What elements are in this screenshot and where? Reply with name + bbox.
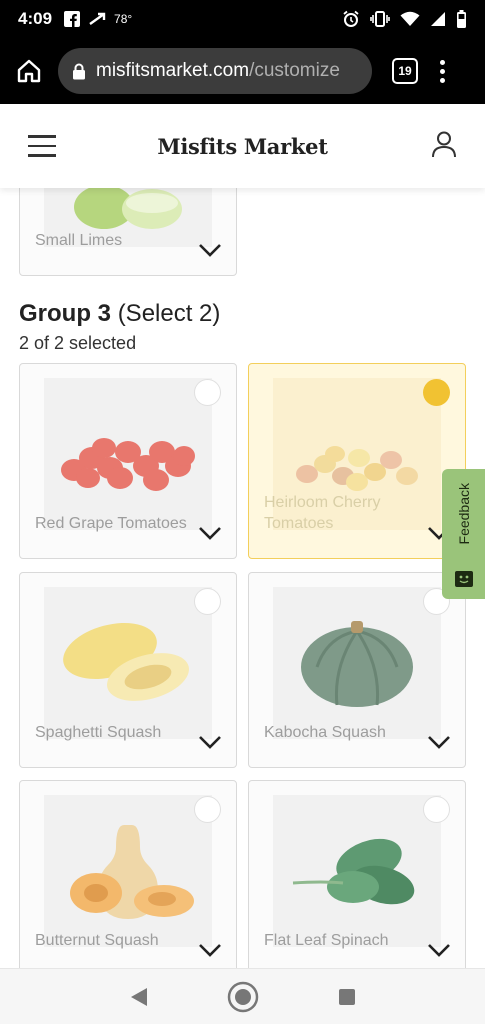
address-bar[interactable]: misfitsmarket.com/customize — [58, 48, 372, 94]
home-button[interactable] — [14, 56, 44, 86]
home-icon — [17, 59, 41, 83]
home-circle-icon[interactable] — [226, 980, 260, 1014]
group-select-hint: (Select 2) — [117, 300, 221, 327]
butternut-image-icon — [70, 825, 194, 919]
status-time: 4:09 — [18, 9, 53, 28]
lock-icon — [72, 63, 86, 80]
product-image — [44, 587, 212, 739]
vibrate-icon — [370, 11, 390, 27]
url-domain: misfitsmarket.com — [96, 60, 250, 81]
product-label: Butternut Squash — [35, 932, 159, 949]
menu-dot-icon — [440, 68, 445, 74]
hamburger-line — [28, 144, 56, 148]
status-bar: 4:09 78° — [0, 0, 485, 38]
kabocha-image-icon — [301, 621, 413, 707]
selected-count: 2 of 2 selected — [19, 333, 137, 353]
product-card-flat-leaf-spinach[interactable]: Flat Leaf Spinach — [248, 780, 466, 968]
tomatoes-image-icon — [61, 438, 195, 491]
product-image — [44, 795, 212, 947]
squash-image-icon — [63, 622, 189, 701]
battery-icon — [457, 10, 466, 28]
account-button[interactable] — [431, 130, 457, 163]
select-radio-checked[interactable] — [423, 379, 450, 406]
missed-call-icon — [89, 12, 106, 25]
select-radio[interactable] — [194, 379, 221, 406]
browser-menu-button[interactable] — [440, 59, 445, 83]
chevron-down-icon[interactable] — [427, 735, 451, 749]
site-logo[interactable]: Misfits Market — [0, 134, 485, 159]
alarm-icon — [343, 10, 359, 27]
group-title: Group 3 (Select 2) — [19, 300, 220, 328]
feedback-face-icon — [454, 571, 473, 587]
facebook-icon — [64, 11, 81, 27]
product-label: Small Limes — [35, 232, 123, 249]
browser-toolbar: misfitsmarket.com/customize 19 — [0, 38, 485, 104]
product-label: Flat Leaf Spinach — [264, 932, 389, 949]
signal-icon — [431, 12, 445, 26]
product-image — [273, 587, 441, 739]
product-label: Spaghetti Squash — [35, 724, 162, 741]
user-icon — [432, 131, 456, 157]
product-card-small-limes[interactable]: Small Limes — [19, 188, 237, 276]
product-image — [273, 795, 441, 947]
product-label: Red Grape Tomatoes — [35, 515, 187, 532]
chevron-down-icon[interactable] — [198, 526, 222, 540]
hamburger-line — [28, 135, 56, 138]
wifi-icon — [400, 11, 420, 26]
select-radio[interactable] — [423, 796, 450, 823]
menu-dot-icon — [440, 59, 445, 65]
select-radio[interactable] — [194, 796, 221, 823]
group-name: Group 3 — [19, 300, 112, 327]
feedback-tab[interactable]: Feedback — [442, 469, 485, 599]
temperature-text: 78° — [114, 12, 133, 26]
product-card-butternut-squash[interactable]: Butternut Squash — [19, 780, 237, 968]
system-nav-bar — [0, 968, 485, 1024]
chevron-down-icon[interactable] — [198, 243, 222, 257]
product-label: Kabocha Squash — [264, 724, 386, 741]
product-card-kabocha-squash[interactable]: Kabocha Squash — [248, 572, 466, 768]
hamburger-menu-button[interactable] — [28, 135, 56, 157]
back-icon[interactable] — [129, 986, 149, 1008]
tab-switcher-button[interactable]: 19 — [392, 58, 418, 84]
feedback-label: Feedback — [455, 483, 472, 545]
product-card-spaghetti-squash[interactable]: Spaghetti Squash — [19, 572, 237, 768]
product-card-red-grape-tomatoes[interactable]: Red Grape Tomatoes — [19, 363, 237, 559]
chevron-down-icon[interactable] — [198, 943, 222, 957]
product-card-heirloom-cherry-tomatoes[interactable]: Heirloom Cherry Tomatoes — [248, 363, 466, 559]
spinach-image-icon — [292, 838, 415, 905]
tab-count: 19 — [398, 64, 412, 78]
hamburger-line — [28, 154, 56, 157]
menu-dot-icon — [440, 77, 445, 83]
customize-content[interactable]: Small Limes Group 3 (Select 2) 2 of 2 se… — [0, 188, 485, 968]
select-radio[interactable] — [194, 588, 221, 615]
url-path: /customize — [249, 60, 340, 81]
recents-icon[interactable] — [337, 987, 357, 1007]
product-label: Heirloom Cherry Tomatoes — [264, 494, 381, 532]
chevron-down-icon[interactable] — [198, 735, 222, 749]
product-image — [44, 378, 212, 530]
site-header: Misfits Market — [0, 104, 485, 188]
chevron-down-icon[interactable] — [427, 943, 451, 957]
